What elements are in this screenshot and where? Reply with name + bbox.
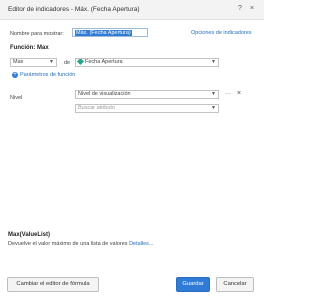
title-bar: Editor de indicadores - Máx. (Fecha Aper…	[0, 0, 264, 20]
help-icon[interactable]: ?	[238, 5, 242, 12]
attribute-select-value: Fecha Apertura	[85, 59, 123, 65]
of-label: de	[64, 60, 71, 66]
function-description-text: Devuelve el valor máximo de una lista de…	[8, 241, 128, 247]
level-select[interactable]: Nivel de visualización ▼	[75, 90, 219, 99]
attribute-search-placeholder: Buscar atributo	[78, 105, 115, 111]
attribute-icon	[76, 59, 85, 66]
switch-formula-editor-button[interactable]: Cambiar el editor de fórmula	[7, 277, 99, 292]
level-label: Nivel	[10, 95, 23, 101]
function-params-link[interactable]: + Parámetros de función	[12, 72, 75, 78]
more-options-icon[interactable]: ···	[225, 91, 231, 97]
plus-icon: +	[12, 72, 18, 78]
function-select-value: Max	[13, 59, 24, 65]
chevron-down-icon: ▼	[49, 59, 54, 65]
function-params-label: Parámetros de función	[20, 72, 76, 78]
chevron-down-icon: ▼	[211, 105, 216, 111]
display-name-input[interactable]: Máx. (Fecha Apertura)	[72, 28, 148, 37]
function-heading: Función: Max	[10, 45, 49, 51]
level-select-value: Nivel de visualización	[78, 91, 131, 97]
save-button[interactable]: Guardar	[176, 277, 210, 292]
attribute-select[interactable]: Fecha Apertura ▼	[75, 58, 219, 67]
cancel-button[interactable]: Cancelar	[216, 277, 254, 292]
remove-level-icon[interactable]: ×	[237, 90, 241, 97]
function-description: Devuelve el valor máximo de una lista de…	[8, 241, 154, 247]
chevron-down-icon: ▼	[211, 59, 216, 65]
display-name-label: Nombre para mostrar:	[10, 31, 64, 37]
function-select[interactable]: Max ▼	[10, 58, 57, 67]
attribute-search-input[interactable]: Buscar atributo ▼	[75, 104, 219, 113]
details-link[interactable]: Detalles...	[129, 241, 153, 247]
function-signature: Max(ValueList)	[8, 232, 51, 238]
dialog-title: Editor de indicadores - Máx. (Fecha Aper…	[8, 6, 140, 13]
display-name-value: Máx. (Fecha Apertura)	[75, 30, 132, 36]
indicator-options-link[interactable]: Opciones de indicadores	[191, 30, 252, 36]
close-icon[interactable]: ×	[250, 5, 254, 12]
chevron-down-icon: ▼	[211, 91, 216, 97]
